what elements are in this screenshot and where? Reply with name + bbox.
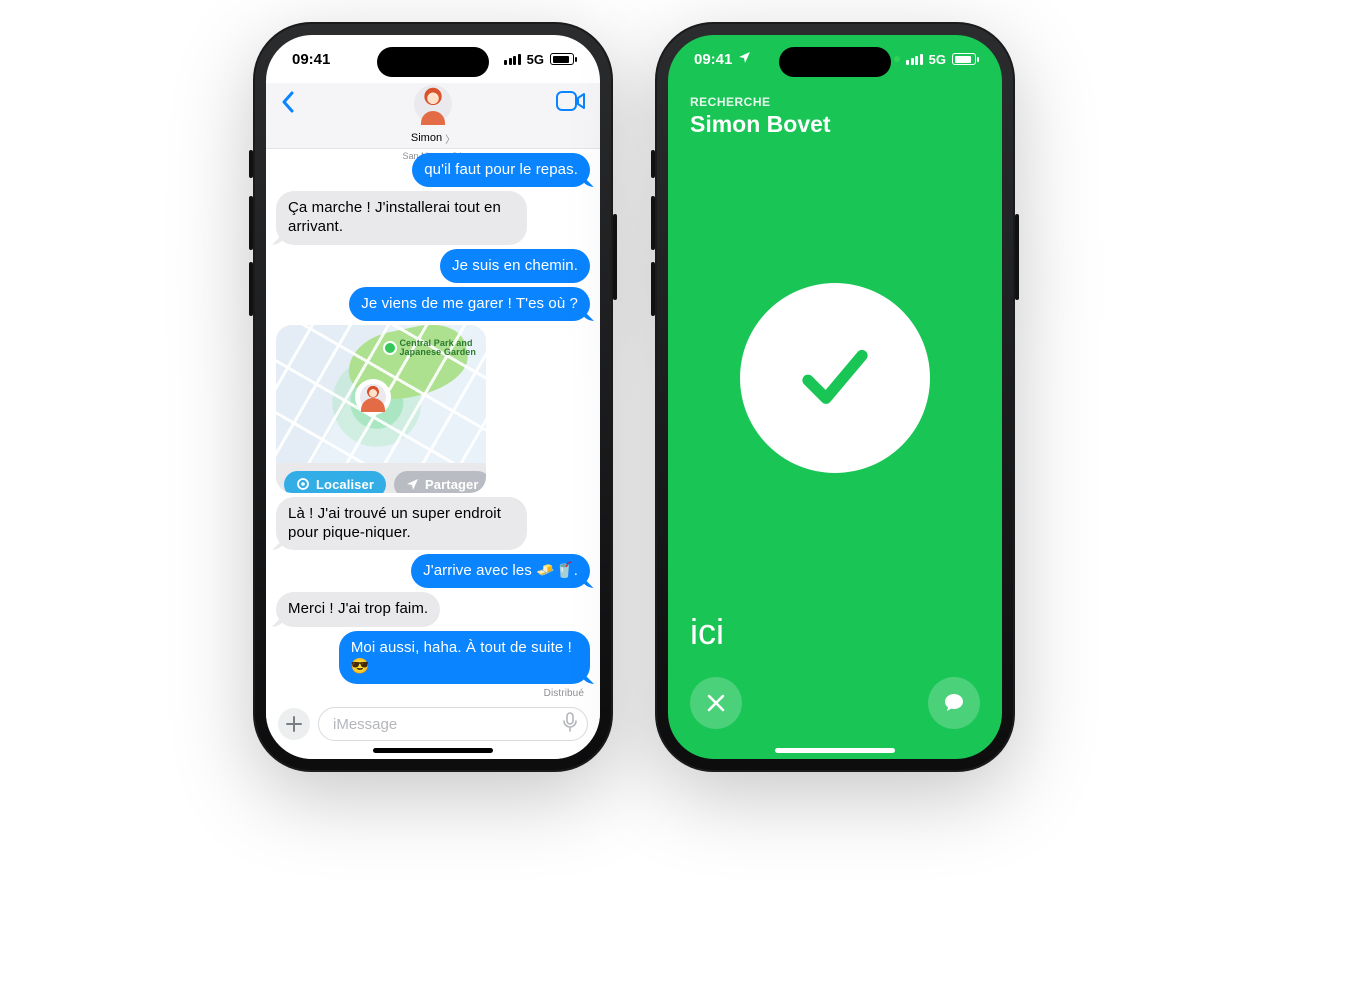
search-label: RECHERCHE: [690, 95, 831, 109]
received-message[interactable]: Là ! J'ai trouvé un super endroit pour p…: [276, 497, 527, 550]
screen: 09:41 5G Simon 〉 San Mateo, CA: [266, 35, 600, 759]
close-button[interactable]: [690, 677, 742, 729]
silence-switch[interactable]: [249, 150, 253, 178]
status-time: 09:41: [694, 51, 732, 68]
facetime-button[interactable]: [556, 91, 586, 116]
home-indicator[interactable]: [775, 748, 895, 753]
findmy-header: RECHERCHE Simon Bovet: [690, 95, 831, 138]
power-button[interactable]: [613, 214, 617, 300]
location-card[interactable]: Central Park and Japanese Garden Localise…: [276, 325, 486, 493]
phone-findmy: 09:41 5G RECHERCHE Simon Bovet ici: [655, 22, 1015, 772]
location-arrow-icon: [738, 51, 751, 68]
add-button[interactable]: [278, 708, 310, 740]
cellular-signal-icon: [906, 54, 923, 65]
phone-messages: 09:41 5G Simon 〉 San Mateo, CA: [253, 22, 613, 772]
checkmark-icon: [790, 333, 880, 423]
dictation-button[interactable]: [563, 712, 577, 736]
chevron-right-icon: 〉: [445, 131, 455, 146]
conversation-header: Simon 〉 San Mateo, CA: [266, 83, 600, 149]
sent-message[interactable]: Je suis en chemin.: [440, 249, 590, 283]
status-bar: 09:41 5G: [668, 35, 1002, 83]
sent-message[interactable]: qu'il faut pour le repas.: [412, 153, 590, 187]
message-thread[interactable]: qu'il faut pour le repas. Ça marche ! J'i…: [266, 149, 600, 701]
share-button[interactable]: Partager: [394, 471, 486, 493]
home-indicator[interactable]: [373, 748, 493, 753]
volume-down-button[interactable]: [651, 262, 655, 316]
map-preview[interactable]: Central Park and Japanese Garden: [276, 325, 486, 463]
found-indicator: [740, 283, 930, 473]
message-input[interactable]: iMessage: [318, 707, 588, 741]
here-label: ici: [690, 611, 724, 653]
screen: 09:41 5G RECHERCHE Simon Bovet ici: [668, 35, 1002, 759]
map-poi-label: Central Park and Japanese Garden: [385, 339, 476, 358]
share-label: Partager: [425, 477, 479, 492]
back-button[interactable]: [280, 91, 296, 118]
input-placeholder: iMessage: [333, 716, 397, 733]
locate-button[interactable]: Localiser: [284, 471, 386, 493]
contact-name: Simon: [411, 132, 442, 144]
sent-message[interactable]: J'arrive avec les 🧈🥤.: [411, 554, 590, 588]
locate-label: Localiser: [316, 477, 374, 492]
battery-icon: [550, 53, 574, 65]
contact-name-button[interactable]: Simon 〉: [411, 131, 455, 146]
network-label: 5G: [527, 52, 544, 67]
power-button[interactable]: [1015, 214, 1019, 300]
received-message[interactable]: Merci ! J'ai trop faim.: [276, 592, 440, 626]
privacy-indicator-icon: [894, 56, 900, 62]
tree-icon: [385, 343, 395, 353]
silence-switch[interactable]: [651, 150, 655, 178]
person-name: Simon Bovet: [690, 111, 831, 138]
map-contact-pin[interactable]: [358, 382, 388, 412]
contact-avatar[interactable]: [414, 85, 452, 123]
volume-down-button[interactable]: [249, 262, 253, 316]
volume-up-button[interactable]: [249, 196, 253, 250]
battery-icon: [952, 53, 976, 65]
findmy-actions: [668, 677, 1002, 729]
sent-message[interactable]: Je viens de me garer ! T'es où ?: [349, 287, 590, 321]
volume-up-button[interactable]: [651, 196, 655, 250]
delivered-label: Distribué: [544, 688, 584, 699]
status-time: 09:41: [292, 51, 330, 68]
received-message[interactable]: Ça marche ! J'installerai tout en arriva…: [276, 191, 527, 244]
network-label: 5G: [929, 52, 946, 67]
sent-message[interactable]: Moi aussi, haha. À tout de suite ! 😎: [339, 631, 590, 684]
status-bar: 09:41 5G: [266, 35, 600, 83]
cellular-signal-icon: [504, 54, 521, 65]
message-button[interactable]: [928, 677, 980, 729]
